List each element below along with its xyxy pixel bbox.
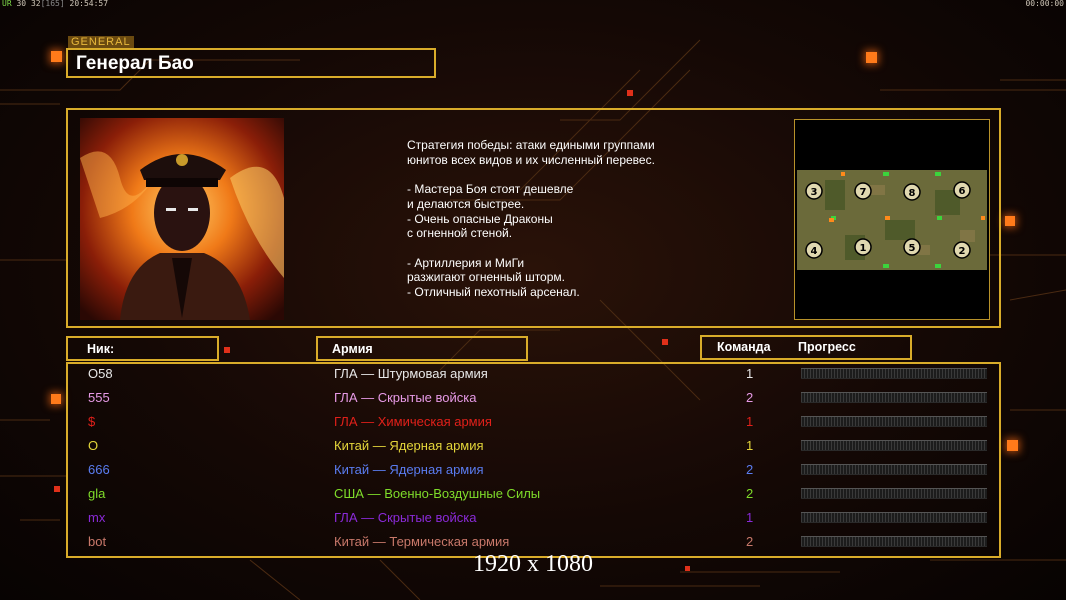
player-team: 1 [746,438,754,453]
minimap-slot: 5 [909,243,916,254]
player-army: Китай — Ядерная армия [334,438,484,453]
minimap: 3 7 8 6 4 1 5 2 [794,119,990,320]
decor-light [662,339,668,345]
players-table: O58 ГЛА — Штурмовая армия 1 555 ГЛА — Скрыты… [66,362,1001,558]
minimap-slot: 3 [811,187,818,198]
player-progress-bar [801,392,987,403]
nick-header: Ник: [87,342,115,356]
team-header: Команда [717,340,771,354]
hud-clock: 20:54:57 [69,0,109,8]
general-portrait [80,118,284,320]
player-nick: $ [88,414,96,429]
hud-stats: UR 30 32[165] 20:54:57 [2,0,108,8]
decor-light [1007,440,1018,451]
decor-light [1005,216,1015,226]
player-army: ГЛА — Скрытые войска [334,510,477,525]
player-row: 666 Китай — Ядерная армия 2 [68,458,1003,482]
hud-prefix: UR [2,0,12,8]
player-row: mx ГЛА — Скрытые войска 1 [68,506,1003,530]
general-name: Генерал Бао [66,48,436,78]
minimap-slot: 7 [860,187,867,198]
decor-light [627,90,633,96]
player-nick: mx [88,510,106,525]
hud-timer: 00:00:00 [1025,0,1064,8]
player-progress-bar [801,416,987,427]
player-row: $ ГЛА — Химическая армия 1 [68,410,1003,434]
player-army: США — Военно-Воздушные Силы [334,486,541,501]
decor-light [51,51,62,62]
minimap-slot: 6 [959,186,966,197]
progress-header: Прогресс [798,340,856,354]
decor-light [51,394,61,404]
player-progress-bar [801,536,987,547]
minimap-slot: 2 [959,246,966,257]
player-nick: O [88,438,99,453]
hud-value-b: 32 [30,0,41,8]
player-army: ГЛА — Химическая армия [334,414,492,429]
hud-value-a: 30 [16,0,27,8]
army-header: Армия [332,342,373,356]
player-team: 2 [746,486,754,501]
decor-light [54,486,60,492]
player-nick: 555 [88,390,110,405]
player-team: 1 [746,366,754,381]
player-progress-bar [801,464,987,475]
minimap-slot: 8 [909,188,916,199]
player-row: gla США — Военно-Воздушные Силы 2 [68,482,1003,506]
player-team: 1 [746,510,754,525]
player-progress-bar [801,512,987,523]
player-row: O58 ГЛА — Штурмовая армия 1 [68,362,1003,386]
player-row: O Китай — Ядерная армия 1 [68,434,1003,458]
player-army: ГЛА — Скрытые войска [334,390,477,405]
player-progress-bar [801,488,987,499]
player-nick: gla [88,486,106,501]
player-team: 2 [746,462,754,477]
player-army: Китай — Ядерная армия [334,462,484,477]
minimap-slot: 1 [860,243,867,254]
decor-light [866,52,877,63]
minimap-slot: 4 [811,246,818,257]
player-team: 2 [746,390,754,405]
player-team: 1 [746,414,754,429]
player-progress-bar [801,440,987,451]
general-description: Стратегия победы: атаки едиными группами… [407,138,655,300]
player-row: 555 ГЛА — Скрытые войска 2 [68,386,1003,410]
player-nick: O58 [88,366,113,381]
player-army: ГЛА — Штурмовая армия [334,366,488,381]
hud-value-c: [165] [40,0,65,8]
player-nick: 666 [88,462,110,477]
general-tag: GENERAL [68,36,134,48]
player-progress-bar [801,368,987,379]
resolution-label: 1920 x 1080 [473,551,593,577]
decor-light [224,347,230,353]
